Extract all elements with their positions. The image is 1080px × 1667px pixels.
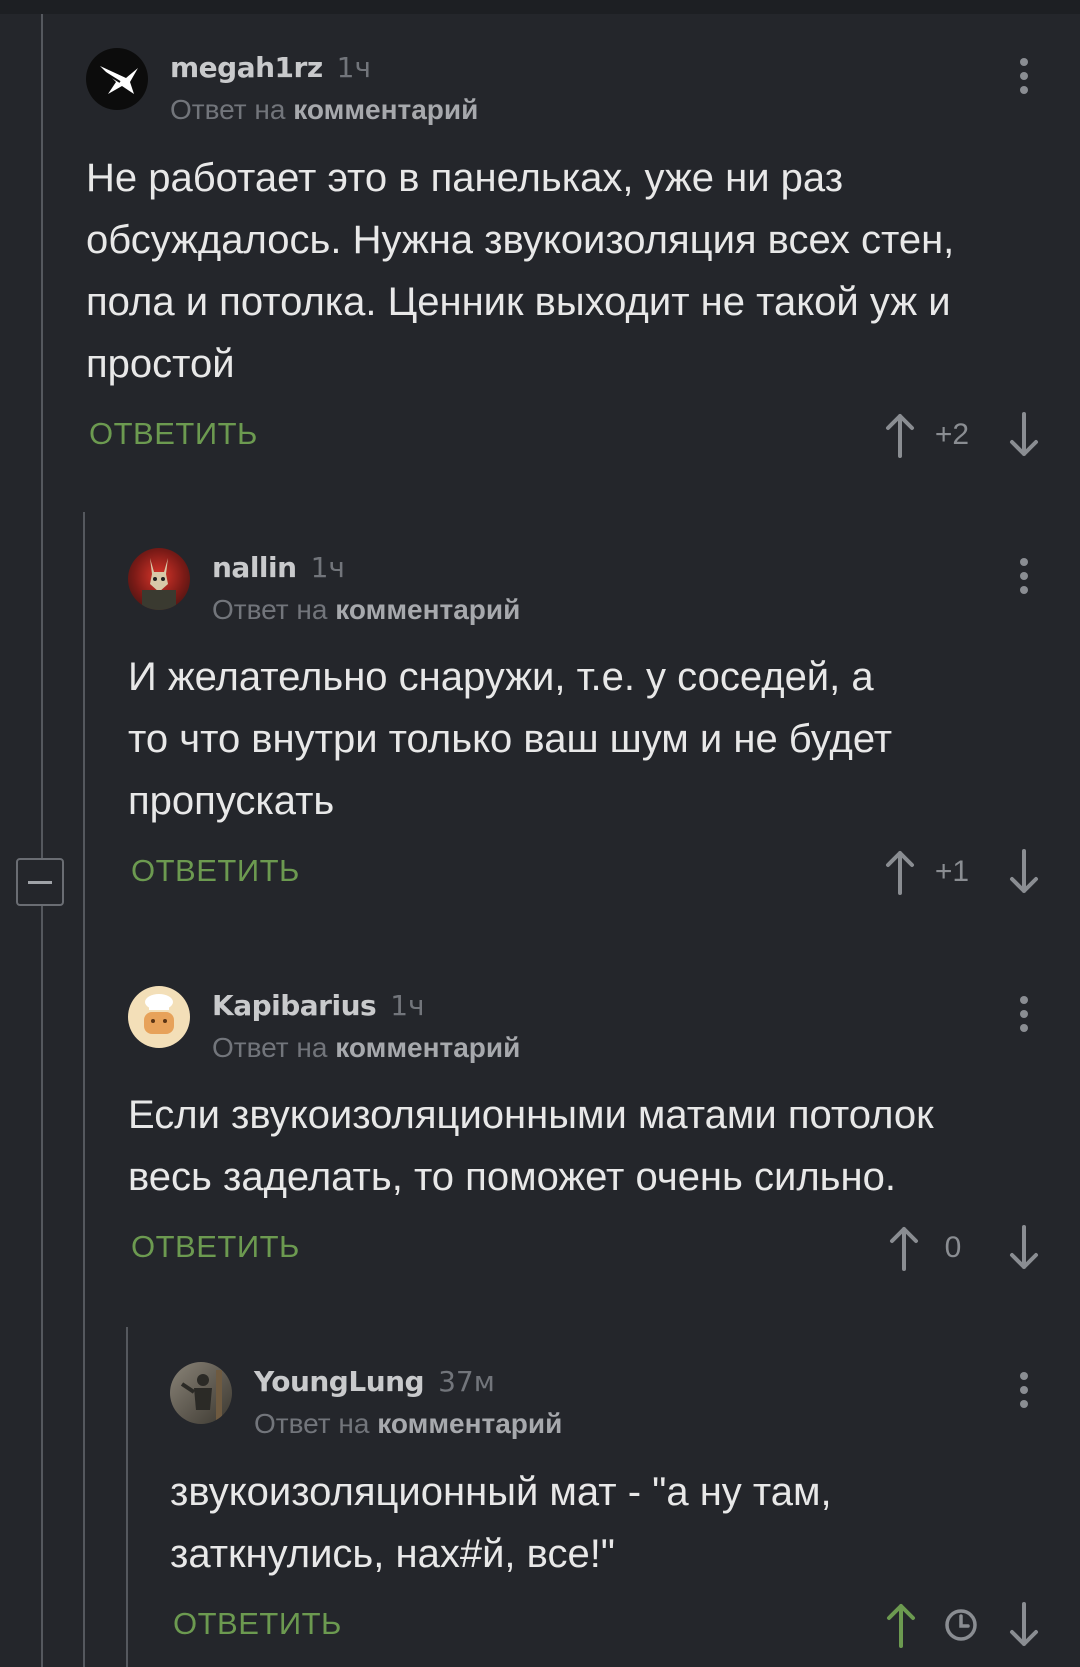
username[interactable]: nallin: [212, 551, 297, 584]
downvote-arrow-icon[interactable]: [1004, 410, 1044, 460]
downvote-arrow-icon[interactable]: [1004, 1223, 1044, 1273]
reply-button[interactable]: ОТВЕТИТЬ: [131, 1229, 300, 1265]
vote-controls: 0: [884, 1223, 1040, 1273]
reply-prefix: Ответ на: [254, 1408, 370, 1439]
upvote-arrow-icon[interactable]: [884, 1223, 924, 1273]
comment-text: Не работает это в панельках, уже ни раз …: [86, 156, 955, 386]
comment-text: звукоизоляционный мат - "а ну там, заткн…: [170, 1470, 832, 1576]
username[interactable]: Kapibarius: [212, 989, 377, 1022]
upvote-arrow-icon[interactable]: [880, 410, 920, 460]
downvote-arrow-icon[interactable]: [1004, 847, 1044, 897]
more-options-icon[interactable]: [1020, 1372, 1028, 1412]
reply-button[interactable]: ОТВЕТИТЬ: [173, 1606, 342, 1642]
vote-controls: +2: [880, 410, 1040, 460]
comment-meta: Kapibarius 1ч Ответ на комментарий: [212, 986, 520, 1070]
username[interactable]: YoungLung: [254, 1365, 425, 1398]
person-photo-avatar-icon: [180, 1370, 222, 1420]
rating-value: 0: [944, 1231, 962, 1264]
parent-comment-link[interactable]: комментарий: [335, 594, 520, 625]
masked-figure-avatar-icon: [142, 558, 176, 610]
vote-controls: [881, 1600, 1041, 1650]
avatar[interactable]: [86, 48, 148, 110]
parent-comment-link[interactable]: комментарий: [377, 1408, 562, 1439]
rating-value: +2: [934, 418, 970, 451]
white-bird-logo-icon: [100, 66, 138, 94]
more-options-icon[interactable]: [1020, 996, 1028, 1036]
avatar[interactable]: [128, 548, 190, 610]
comment-meta: megah1rz 1ч Ответ на комментарий: [170, 48, 478, 132]
top-bar: [0, 0, 1080, 14]
upvote-arrow-icon[interactable]: [881, 1600, 921, 1650]
parent-comment-link[interactable]: комментарий: [293, 94, 478, 125]
thread-line-level-2: [83, 512, 85, 1667]
comment-meta: nallin 1ч Ответ на комментарий: [212, 548, 520, 632]
reply-button[interactable]: ОТВЕТИТЬ: [89, 416, 258, 452]
comment-meta: YoungLung 37м Ответ на комментарий: [254, 1362, 562, 1446]
timestamp: 1ч: [310, 551, 345, 584]
reply-button[interactable]: ОТВЕТИТЬ: [131, 853, 300, 889]
timestamp: 1ч: [390, 989, 425, 1022]
collapse-thread-button[interactable]: [16, 858, 64, 906]
clock-icon: [945, 1609, 977, 1641]
comment-text: И желательно снаружи, т.е. у соседей, а …: [128, 655, 893, 823]
avatar[interactable]: [128, 986, 190, 1048]
timestamp: 37м: [438, 1365, 495, 1398]
thread-line-level-3: [126, 1327, 128, 1667]
reply-prefix: Ответ на: [170, 94, 286, 125]
rating-value: +1: [934, 855, 970, 888]
more-options-icon[interactable]: [1020, 558, 1028, 598]
parent-comment-link[interactable]: комментарий: [335, 1032, 520, 1063]
reply-prefix: Ответ на: [212, 594, 328, 625]
username[interactable]: megah1rz: [170, 51, 323, 84]
vote-controls: +1: [880, 847, 1040, 897]
reply-prefix: Ответ на: [212, 1032, 328, 1063]
comment-text: Если звукоизоляционными матами потолок в…: [128, 1093, 934, 1199]
upvote-arrow-icon[interactable]: [880, 847, 920, 897]
avatar[interactable]: [170, 1362, 232, 1424]
timestamp: 1ч: [336, 51, 371, 84]
thread-line-level-1: [41, 14, 43, 1667]
more-options-icon[interactable]: [1020, 58, 1028, 98]
downvote-arrow-icon[interactable]: [1004, 1600, 1044, 1650]
chef-capybara-avatar-icon: [144, 994, 174, 1034]
